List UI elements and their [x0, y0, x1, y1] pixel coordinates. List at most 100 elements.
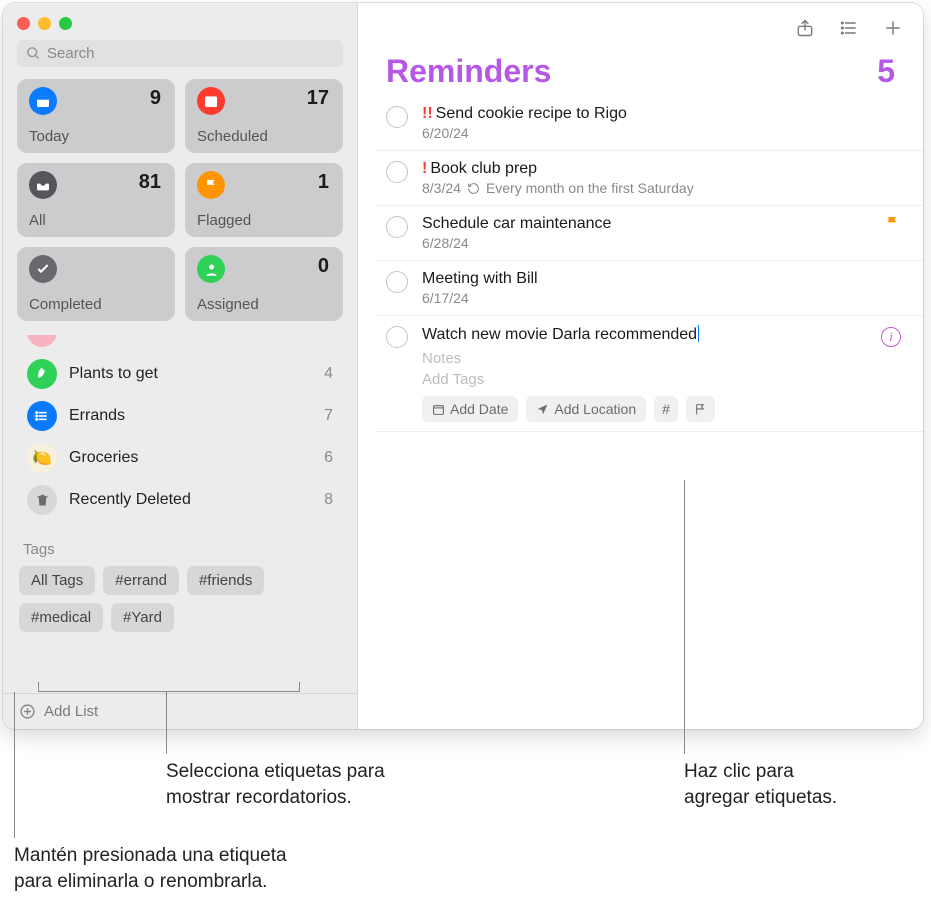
flag-icon [694, 403, 707, 416]
hashtag-icon: # [662, 401, 670, 417]
list-label: Groceries [69, 449, 138, 467]
add-flag-chip[interactable] [686, 396, 715, 422]
priority-indicator: !! [422, 105, 433, 122]
view-options-icon[interactable] [839, 18, 859, 38]
list-item-recently-deleted[interactable]: Recently Deleted 8 [17, 479, 343, 521]
smart-flagged[interactable]: 1 Flagged [185, 163, 343, 237]
complete-checkbox[interactable] [386, 326, 408, 348]
list-label: Errands [69, 407, 125, 425]
calendar-icon [432, 403, 445, 416]
calendar-icon [197, 87, 225, 115]
list-count: 5 [877, 53, 895, 90]
search-placeholder: Search [47, 45, 95, 62]
reminder-date: 6/17/24 [422, 290, 469, 306]
tray-icon [29, 171, 57, 199]
trash-icon [27, 485, 57, 515]
reminder-title: Schedule car maintenance [422, 215, 611, 232]
flagged-count: 1 [318, 171, 329, 194]
plus-circle-icon [19, 703, 36, 720]
callout-leader [684, 480, 685, 754]
flag-icon [197, 171, 225, 199]
add-tags-field[interactable]: Add Tags [422, 369, 871, 390]
reminder-date: 6/20/24 [422, 125, 469, 141]
list-title: Reminders [386, 53, 551, 90]
person-icon [197, 255, 225, 283]
zoom-icon[interactable] [59, 17, 72, 30]
reminder-title: Book club prep [430, 160, 537, 177]
add-date-chip[interactable]: Add Date [422, 396, 518, 422]
tag-errand[interactable]: #errand [103, 566, 179, 595]
list-count: 7 [324, 407, 333, 425]
complete-checkbox[interactable] [386, 161, 408, 183]
scheduled-count: 17 [307, 87, 329, 110]
all-count: 81 [139, 171, 161, 194]
reminders-list: !!Send cookie recipe to Rigo 6/20/24 !Bo… [358, 96, 923, 432]
window-controls [3, 3, 357, 40]
list-item-plants[interactable]: Plants to get 4 [17, 353, 343, 395]
complete-checkbox[interactable] [386, 106, 408, 128]
reminder-date: 8/3/24 [422, 180, 461, 196]
tag-yard[interactable]: #Yard [111, 603, 174, 632]
tags-header: Tags [3, 521, 357, 558]
reminder-item[interactable]: Schedule car maintenance 6/28/24 [376, 206, 923, 261]
sidebar: Search 9 Today 17 Scheduled [3, 3, 358, 729]
priority-indicator: ! [422, 160, 427, 177]
reminder-title: Send cookie recipe to Rigo [436, 105, 627, 122]
smart-lists-grid: 9 Today 17 Scheduled 81 All [3, 79, 357, 321]
today-label: Today [29, 128, 69, 145]
main-pane: Reminders 5 !!Send cookie recipe to Rigo… [358, 3, 923, 729]
list-label: Plants to get [69, 365, 158, 383]
add-reminder-icon[interactable] [883, 18, 903, 38]
smart-assigned[interactable]: 0 Assigned [185, 247, 343, 321]
notes-field[interactable]: Notes [422, 348, 871, 369]
tag-all[interactable]: All Tags [19, 566, 95, 595]
info-icon[interactable]: i [881, 327, 901, 347]
complete-checkbox[interactable] [386, 271, 408, 293]
search-input[interactable]: Search [17, 40, 343, 67]
calendar-icon [29, 87, 57, 115]
callout-bracket [38, 682, 300, 692]
tag-medical[interactable]: #medical [19, 603, 103, 632]
reminder-item[interactable]: !Book club prep 8/3/24 Every month on th… [376, 151, 923, 206]
smart-today[interactable]: 9 Today [17, 79, 175, 153]
list-bullet-icon [27, 401, 57, 431]
app-window: Search 9 Today 17 Scheduled [3, 3, 923, 729]
today-count: 9 [150, 87, 161, 110]
flagged-label: Flagged [197, 212, 251, 229]
list-label: Recently Deleted [69, 491, 191, 509]
lists-scroll[interactable]: Plants to get 4 Errands 7 🍋 Groceries 6 [3, 335, 357, 693]
reminder-item[interactable]: !!Send cookie recipe to Rigo 6/20/24 [376, 96, 923, 151]
completed-label: Completed [29, 296, 102, 313]
smart-completed[interactable]: Completed [17, 247, 175, 321]
add-list-label: Add List [44, 703, 98, 720]
tag-friends[interactable]: #friends [187, 566, 264, 595]
complete-checkbox[interactable] [386, 216, 408, 238]
assigned-label: Assigned [197, 296, 259, 313]
list-item-errands[interactable]: Errands 7 [17, 395, 343, 437]
reminder-item-active[interactable]: Watch new movie Darla recommended Notes … [376, 316, 923, 432]
add-list-button[interactable]: Add List [3, 693, 357, 729]
list-header: Reminders 5 [358, 53, 923, 96]
share-icon[interactable] [795, 18, 815, 38]
add-location-chip[interactable]: Add Location [526, 396, 646, 422]
all-label: All [29, 212, 46, 229]
smart-all[interactable]: 81 All [17, 163, 175, 237]
reminder-repeat: Every month on the first Saturday [486, 180, 694, 196]
reminder-title[interactable]: Watch new movie Darla recommended [422, 326, 697, 343]
list-item[interactable] [17, 335, 343, 353]
close-icon[interactable] [17, 17, 30, 30]
chip-label: Add Date [450, 401, 508, 417]
add-tag-chip[interactable]: # [654, 396, 678, 422]
smart-scheduled[interactable]: 17 Scheduled [185, 79, 343, 153]
list-count: 6 [324, 449, 333, 467]
callout-text: Mantén presionada una etiqueta para elim… [14, 843, 287, 894]
search-icon [26, 46, 41, 61]
arrow-icon [536, 403, 549, 416]
scheduled-label: Scheduled [197, 128, 268, 145]
callout-leader [166, 692, 167, 754]
minimize-icon[interactable] [38, 17, 51, 30]
list-item-groceries[interactable]: 🍋 Groceries 6 [17, 437, 343, 479]
lemon-icon: 🍋 [27, 443, 57, 473]
reminder-item[interactable]: Meeting with Bill 6/17/24 [376, 261, 923, 316]
flag-icon[interactable] [885, 215, 901, 234]
